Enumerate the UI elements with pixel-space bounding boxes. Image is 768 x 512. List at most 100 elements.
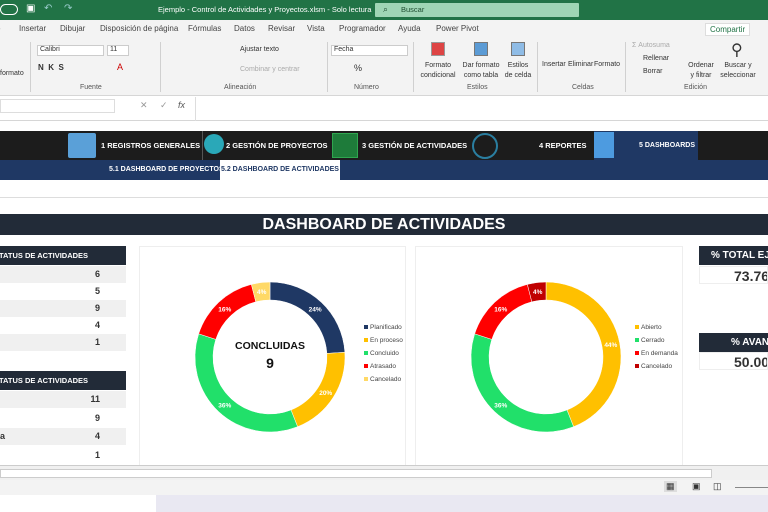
table-row: a4 (0, 428, 126, 445)
nav-reportes[interactable]: 4 REPORTES (539, 131, 587, 160)
slice-label: 4% (257, 289, 267, 296)
row-value: 4 (94, 320, 100, 330)
tab-dibujar[interactable]: Dibujar (60, 24, 85, 33)
group-estilos: Estilos (467, 84, 488, 91)
subnav-dashboard-proyectos[interactable]: 5.1 DASHBOARD DE PROYECTOS (109, 160, 224, 180)
row-value: 11 (90, 394, 100, 404)
slice-label: 36% (494, 403, 507, 410)
function-icon[interactable]: fx (178, 100, 185, 110)
insert-cells-button[interactable]: Insertar (542, 61, 566, 68)
undo-icon[interactable]: ↶ (44, 3, 52, 14)
row-label: a (0, 431, 6, 441)
nav-dashboards[interactable]: 5 DASHBOARDS (639, 131, 695, 160)
table-row: 1 (0, 447, 126, 464)
zoom-slider[interactable] (735, 487, 768, 488)
page-layout-icon[interactable]: ▣ (692, 481, 701, 492)
find-select-button[interactable]: Buscar y seleccionar (718, 61, 758, 81)
clear-button[interactable]: Borrar (643, 68, 662, 75)
wrap-text-button[interactable]: Ajustar texto (240, 46, 279, 53)
nav-gestion-proyectos[interactable]: 2 GESTIÓN DE PROYECTOS (226, 131, 328, 160)
row-value: 9 (94, 303, 100, 313)
enter-icon[interactable]: ✓ (160, 100, 168, 111)
group-numero: Número (354, 84, 379, 91)
tab-formulas[interactable]: Fórmulas (188, 24, 221, 33)
chart-card-status: 24% Planificado 20% En proceso 36% Concluido 1… (139, 246, 406, 466)
slice-label: 16% (218, 306, 231, 313)
share-button[interactable]: Compartir (705, 23, 751, 36)
slice-cerrado (470, 333, 574, 433)
legend-swatch (635, 364, 639, 368)
autosave-toggle[interactable] (0, 4, 18, 15)
scrollbar-thumb[interactable] (0, 469, 712, 478)
legend-label: En demanda (641, 350, 678, 357)
tab-datos[interactable]: Datos (234, 24, 255, 33)
font-name-select[interactable]: Calibri (37, 45, 104, 56)
font-color-button[interactable]: A (117, 62, 123, 72)
nav-gestion-actividades[interactable]: 3 GESTIÓN DE ACTIVIDADES (362, 131, 467, 160)
legend-swatch (364, 351, 368, 355)
tab-insertar[interactable]: Insertar (19, 24, 46, 33)
tab-vista[interactable]: Vista (307, 24, 325, 33)
divider (0, 197, 768, 198)
tab-disposicion[interactable]: Disposición de página (100, 24, 178, 33)
legend-swatch (635, 351, 639, 355)
legend-label: Cancelado (641, 363, 672, 370)
merge-center-button[interactable]: Combinar y centrar (240, 66, 300, 73)
kpi-avance-value: 50.00 (699, 352, 768, 370)
proyectos-icon (204, 134, 224, 154)
nav-registros-generales[interactable]: 1 REGISTROS GENERALES (101, 131, 200, 160)
cancel-icon[interactable]: ✕ (140, 100, 148, 111)
donut-chart-estado: 44% Abierto 36% Cerrado 16% En demanda 4% Cance… (470, 281, 678, 433)
conditional-format-icon (431, 42, 445, 56)
page-break-icon[interactable]: ◫ (713, 481, 722, 492)
legend-swatch (364, 377, 368, 381)
fill-button[interactable]: Rellenar (643, 55, 669, 62)
autosum-button[interactable]: Σ Autosuma (632, 42, 670, 49)
legend-swatch (635, 338, 639, 342)
dashboards-icon (594, 132, 614, 158)
legend-swatch (635, 325, 639, 329)
group-edicion: Edición (684, 84, 707, 91)
tab-programador[interactable]: Programador (339, 24, 386, 33)
bold-button[interactable]: N K S (38, 63, 64, 72)
formula-input[interactable] (195, 97, 768, 121)
tab-ayuda[interactable]: Ayuda (398, 24, 421, 33)
subnav-dashboard-actividades[interactable]: 5.2 DASHBOARD DE ACTIVIDADES (220, 160, 340, 180)
tab-power-pivot[interactable]: Power Pivot (436, 24, 479, 33)
table-row: 9 (0, 300, 126, 317)
name-box[interactable] (0, 99, 115, 113)
save-icon[interactable]: ▣ (26, 3, 35, 14)
font-size-select[interactable]: 11 (107, 45, 129, 56)
wrap-text-label: Ajustar texto (240, 46, 279, 53)
tab-revisar[interactable]: Revisar (268, 24, 295, 33)
row-value: 5 (94, 286, 100, 296)
format-as-table-button[interactable]: Dar formato como tabla (461, 61, 501, 81)
search-box[interactable]: ⌕ Buscar (375, 3, 579, 17)
legend-swatch (364, 364, 368, 368)
center-value: 9 (266, 355, 274, 371)
redo-icon[interactable]: ↷ (64, 3, 72, 14)
horizontal-scrollbar[interactable] (0, 465, 768, 480)
legend-label: Concluido (370, 350, 399, 357)
slice-label: 16% (494, 306, 507, 313)
copy-format-button[interactable]: formato (0, 70, 24, 77)
delete-cells-button[interactable]: Eliminar (568, 61, 593, 68)
legend-swatch (364, 325, 368, 329)
search-placeholder: Buscar (401, 5, 425, 14)
table-row: 9 (0, 410, 126, 427)
sort-filter-button[interactable]: Ordenar y filtrar (686, 61, 716, 81)
slice-label: 4% (533, 289, 543, 296)
slice-label: 36% (218, 403, 231, 410)
divider (537, 42, 538, 92)
main-nav: 1 REGISTROS GENERALES 2 GESTIÓN DE PROYE… (0, 131, 768, 160)
divider (30, 42, 31, 92)
percent-button[interactable]: % (354, 63, 362, 73)
cell-styles-button[interactable]: Estilos de celda (503, 61, 533, 81)
legend-label: Atrasado (370, 363, 396, 370)
format-cells-button[interactable]: Formato (594, 61, 620, 68)
slice-label: 20% (319, 390, 332, 397)
number-format-select[interactable]: Fecha (331, 45, 408, 56)
slice-label: 24% (309, 306, 322, 313)
normal-view-icon[interactable]: ▦ (664, 481, 677, 492)
conditional-format-button[interactable]: Formato condicional (419, 61, 457, 81)
